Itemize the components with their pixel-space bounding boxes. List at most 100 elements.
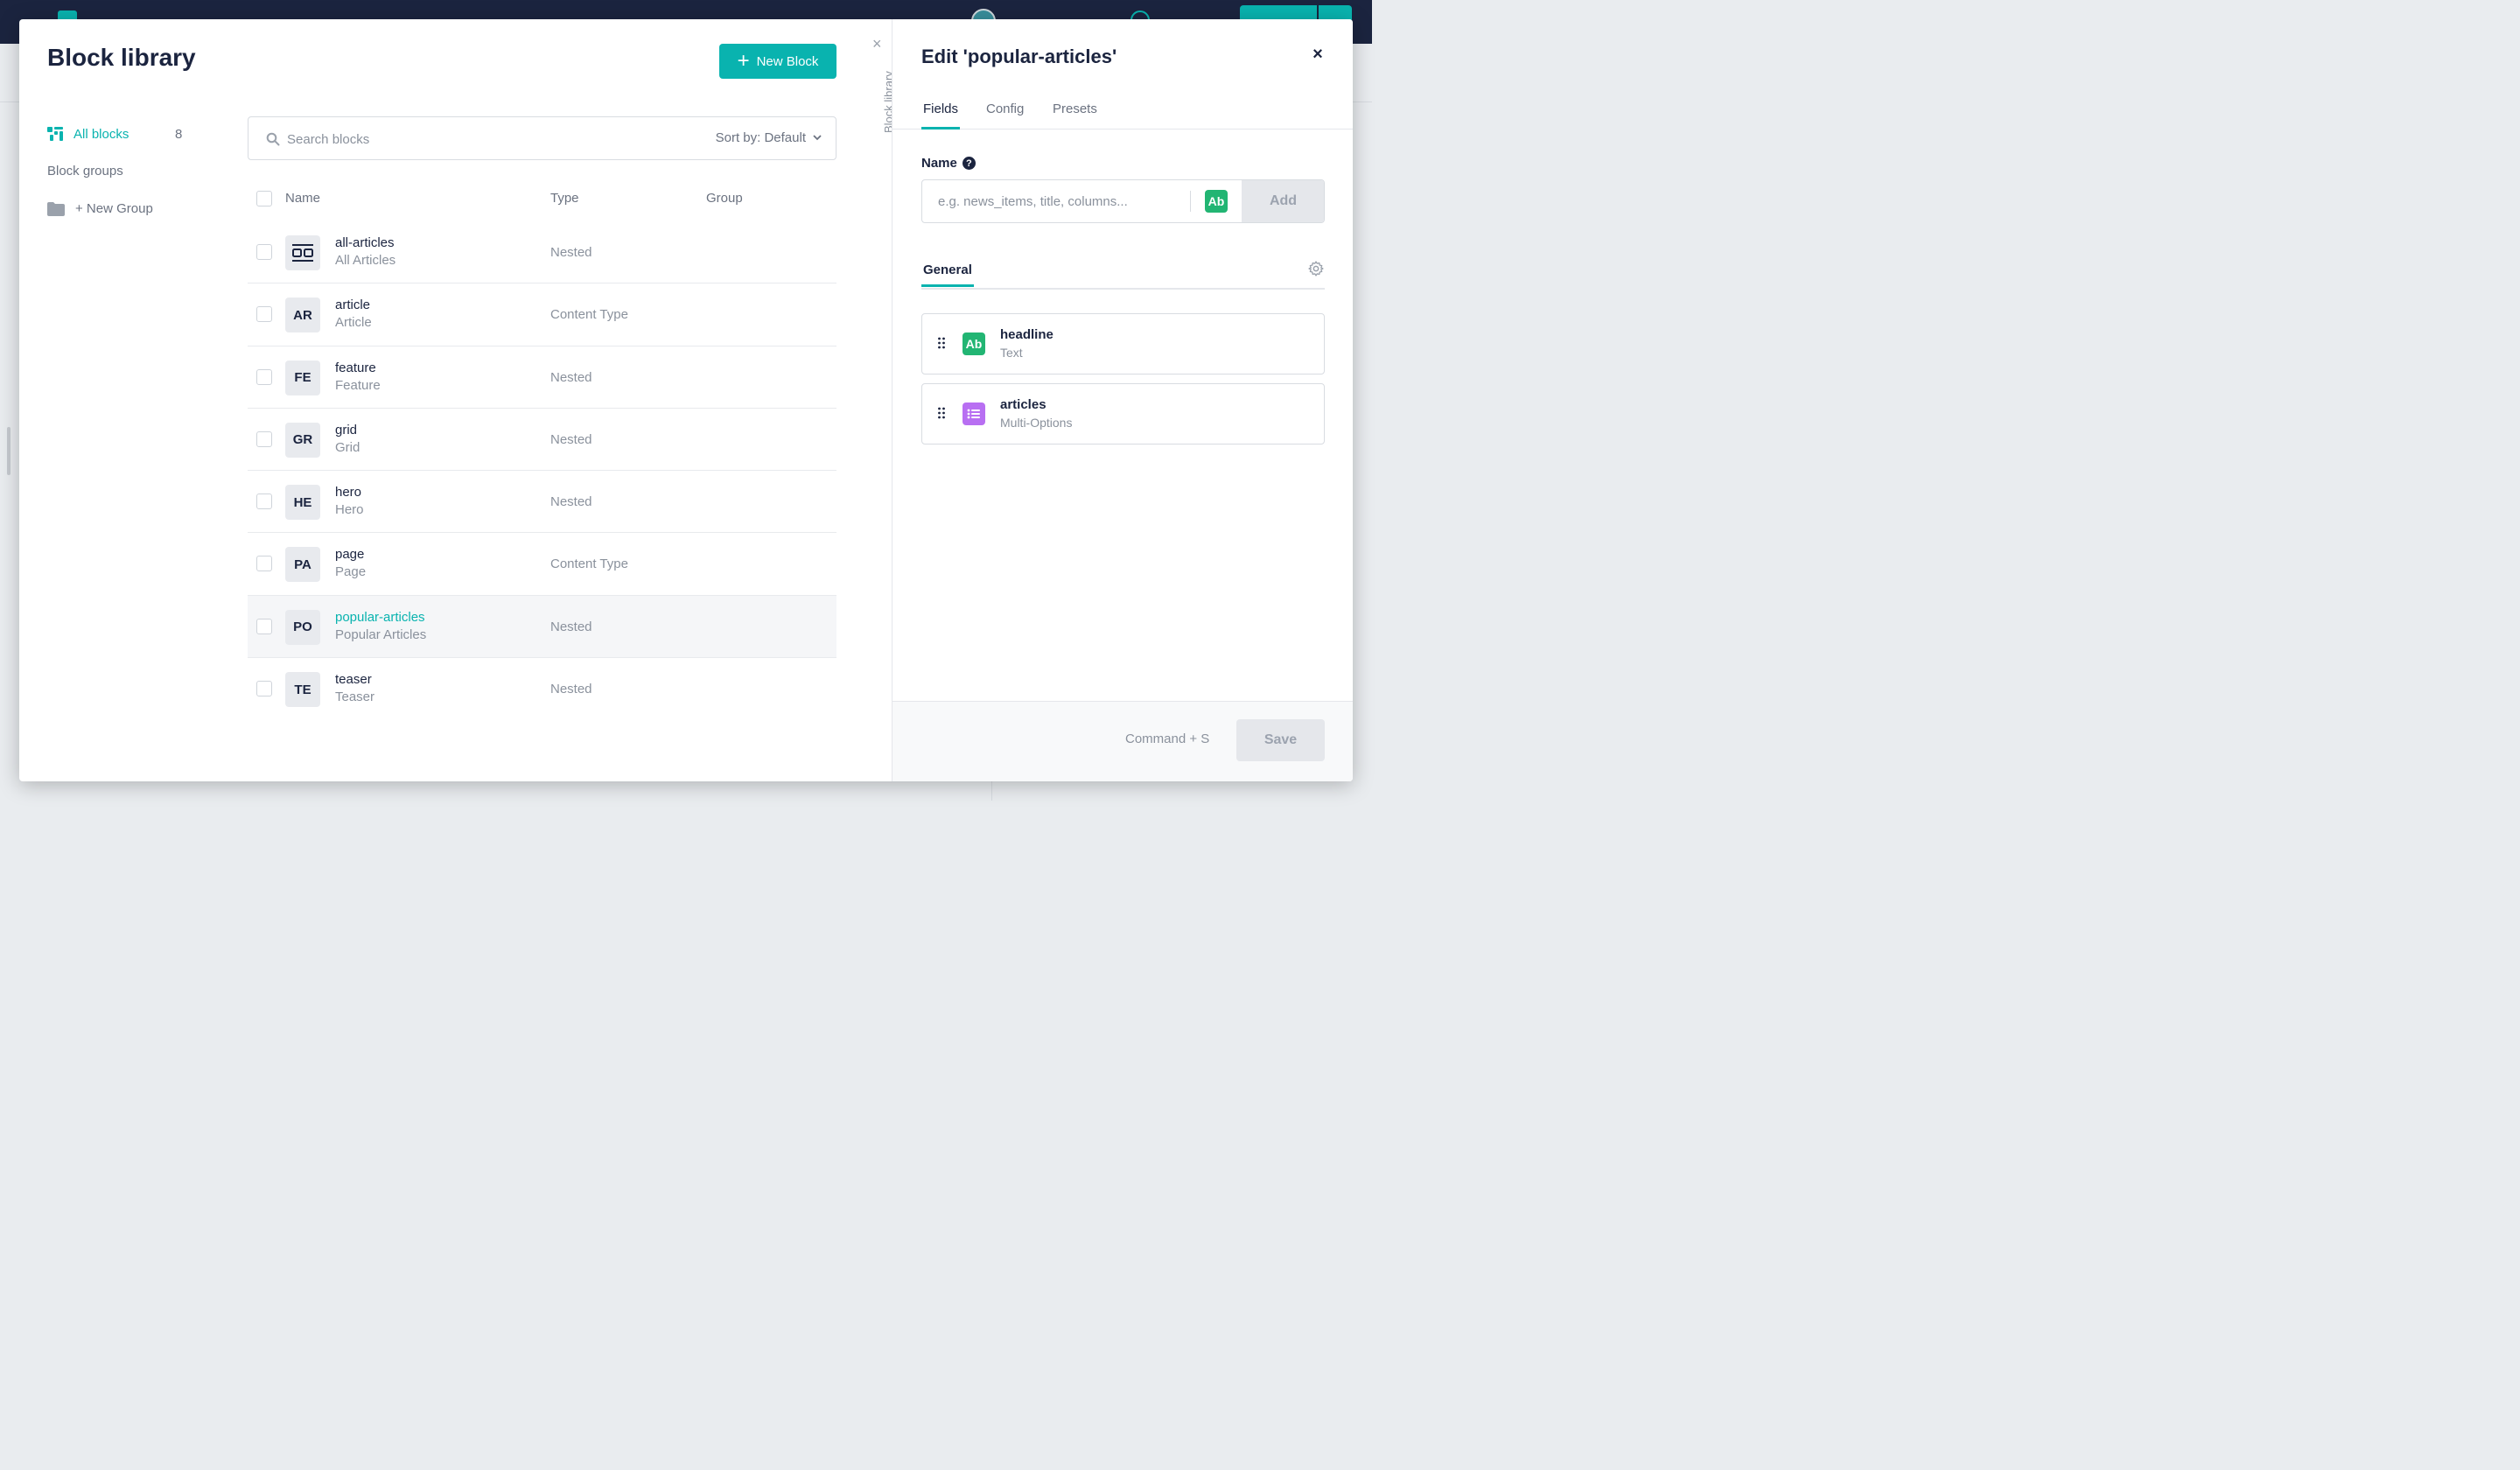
drag-handle-icon[interactable] [937, 407, 946, 419]
field-name-label: Name ? [921, 156, 976, 171]
block-type: Nested [550, 431, 592, 447]
block-display-name: Feature [335, 377, 381, 393]
all-articles-icon [292, 244, 313, 262]
tab-fields[interactable]: Fields [921, 102, 961, 130]
folder-icon [47, 201, 65, 216]
block-type: Nested [550, 494, 592, 510]
block-initials: AR [285, 298, 320, 333]
row-checkbox[interactable] [256, 681, 272, 697]
row-checkbox[interactable] [256, 368, 272, 385]
list-icon [967, 409, 980, 419]
table-row-selected[interactable]: PO popular-articles Popular Articles Nes… [248, 595, 836, 659]
table-row[interactable]: FE feature Feature Nested [248, 346, 836, 409]
block-initials: TE [285, 672, 320, 708]
block-display-name: Hero [335, 502, 364, 518]
block-initials: HE [285, 485, 320, 521]
app-scrollbar[interactable] [7, 427, 10, 475]
help-icon[interactable]: ? [962, 157, 976, 170]
field-type: Multi-Options [1000, 416, 1073, 430]
field-type: Text [1000, 346, 1023, 360]
table-row[interactable]: AR article Article Content Type [248, 284, 836, 346]
new-group-label: + New Group [75, 201, 153, 216]
input-divider [1190, 191, 1191, 212]
new-group-button[interactable]: + New Group [47, 201, 153, 216]
tab-general[interactable]: General [921, 262, 974, 287]
block-technical-name: grid [335, 422, 358, 438]
add-field-group: Ab Add [921, 179, 1325, 223]
field-group-tabs: General [921, 260, 1325, 290]
block-initials: FE [285, 360, 320, 396]
blocks-count: 8 [175, 126, 183, 142]
page-title: Block library [47, 44, 196, 71]
close-editor-icon[interactable]: × [1309, 46, 1326, 63]
table-row[interactable]: all-articles All Articles Nested [248, 221, 836, 284]
block-technical-name: article [335, 298, 371, 313]
add-field-button[interactable]: Add [1242, 180, 1324, 222]
block-initials: PO [285, 609, 320, 645]
close-library-icon[interactable]: × [872, 35, 882, 53]
block-library-modal: Block library + New Block × Block librar… [19, 19, 1353, 781]
block-technical-name: feature [335, 360, 376, 375]
field-card[interactable]: articles Multi-Options [921, 383, 1325, 444]
table-row[interactable]: TE teaser Teaser Nested [248, 658, 836, 720]
block-type: Nested [550, 369, 592, 385]
field-name-input[interactable] [922, 180, 1191, 222]
block-type: Nested [550, 245, 592, 260]
block-list: all-articles All Articles Nested AR arti… [248, 221, 836, 720]
block-technical-name: teaser [335, 672, 372, 688]
multi-options-field-icon [962, 402, 985, 425]
row-checkbox[interactable] [256, 244, 272, 260]
sidebar-item-all-blocks[interactable]: All blocks 8 [47, 124, 187, 144]
row-checkbox[interactable] [256, 430, 272, 447]
editor-title: Edit 'popular-articles' [921, 46, 1117, 67]
search-bar: Sort by: Default [248, 116, 836, 160]
table-row[interactable]: PA page Page Content Type [248, 533, 836, 596]
block-technical-name: page [335, 547, 365, 563]
save-button[interactable]: Save [1236, 719, 1325, 761]
search-icon [266, 132, 280, 146]
field-name: headline [1000, 327, 1054, 342]
column-header-name[interactable]: Name [285, 191, 320, 206]
block-library-pane: Block library + New Block × Block librar… [19, 19, 895, 781]
blocks-icon [47, 127, 63, 141]
block-display-name: Teaser [335, 690, 375, 705]
sort-dropdown[interactable]: Sort by: Default [716, 130, 822, 145]
tab-presets[interactable]: Presets [1053, 102, 1097, 127]
block-display-name: Article [335, 315, 372, 331]
plus-icon: + [737, 49, 750, 73]
editor-footer: Command + S Save [892, 701, 1353, 781]
field-card[interactable]: Ab headline Text [921, 313, 1325, 374]
block-technical-name: hero [335, 485, 362, 500]
drag-handle-icon[interactable] [937, 337, 946, 349]
name-label-text: Name [921, 156, 957, 171]
block-editor-pane: Edit 'popular-articles' × Fields Config … [892, 19, 1353, 781]
new-block-button[interactable]: + New Block [719, 44, 836, 79]
sidebar-item-label: All blocks [74, 126, 130, 142]
column-header-type[interactable]: Type [550, 191, 579, 206]
table-row[interactable]: HE hero Hero Nested [248, 471, 836, 534]
field-type-selector[interactable]: Ab [1205, 190, 1228, 213]
column-header-group[interactable]: Group [706, 191, 743, 206]
row-checkbox[interactable] [256, 556, 272, 572]
block-technical-name: all-articles [335, 235, 395, 250]
save-shortcut-hint: Command + S [1125, 732, 1210, 746]
block-icon [285, 235, 320, 270]
tab-config[interactable]: Config [986, 102, 1024, 127]
block-groups-heading: Block groups [47, 164, 123, 178]
search-input[interactable] [287, 128, 637, 150]
select-all-checkbox[interactable] [256, 191, 272, 206]
field-name: articles [1000, 397, 1046, 412]
block-initials: PA [285, 547, 320, 583]
row-checkbox[interactable] [256, 494, 272, 510]
gear-icon[interactable] [1307, 260, 1325, 277]
new-block-label: New Block [756, 53, 819, 69]
collapse-library-strip[interactable]: × Block library [864, 33, 895, 156]
table-row[interactable]: GR grid Grid Nested [248, 409, 836, 472]
table-header: Name Type Group [248, 182, 836, 214]
block-display-name: Popular Articles [335, 626, 427, 642]
chevron-down-icon [813, 135, 822, 141]
row-checkbox[interactable] [256, 618, 272, 634]
row-checkbox[interactable] [256, 306, 272, 323]
text-field-icon: Ab [962, 332, 985, 355]
block-type: Content Type [550, 556, 628, 572]
